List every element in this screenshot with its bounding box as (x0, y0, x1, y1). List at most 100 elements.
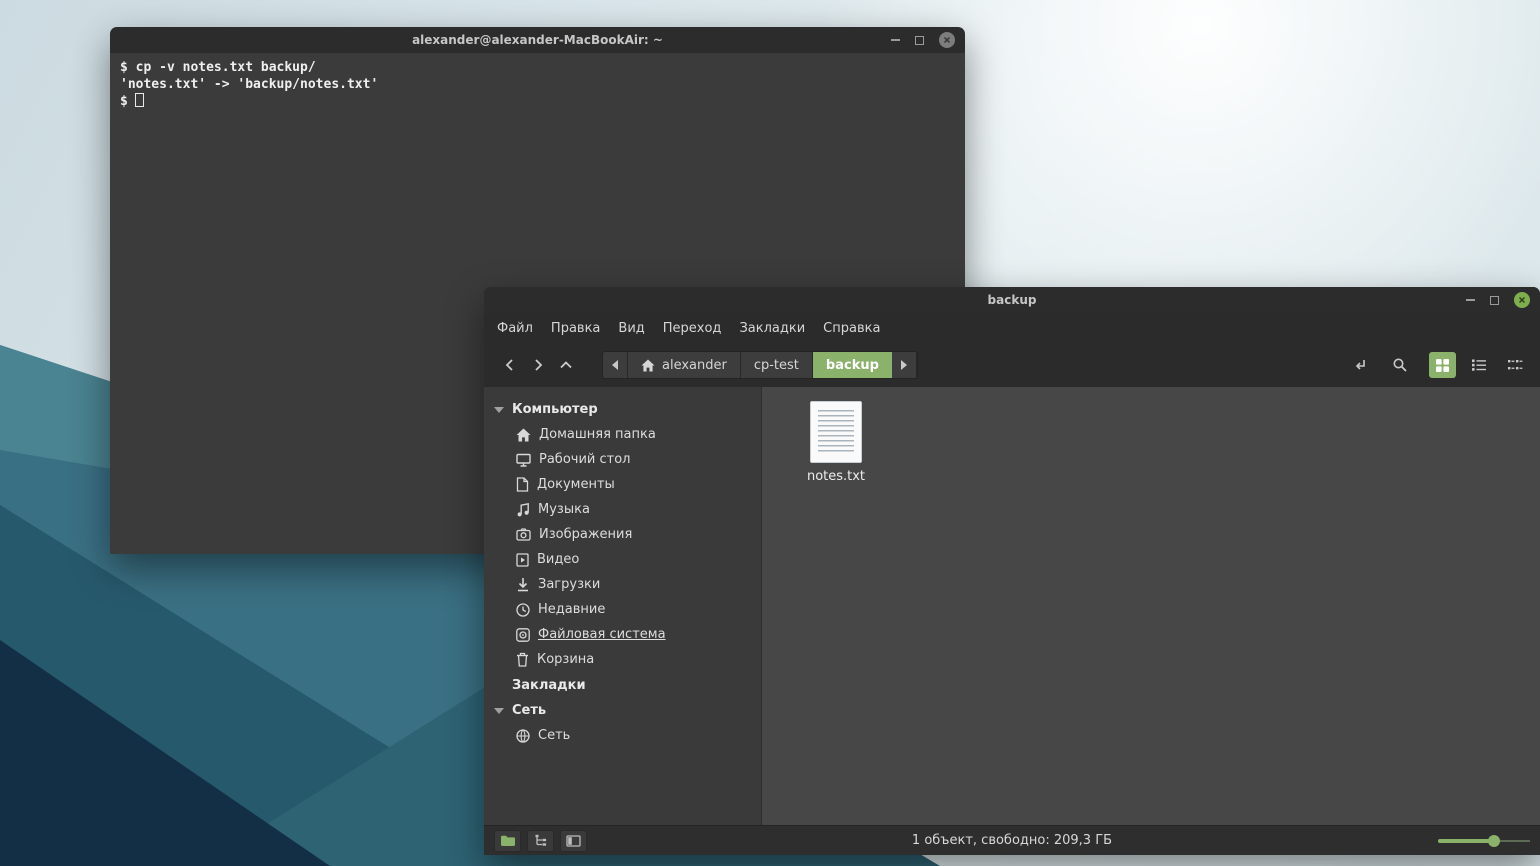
sidebar-section-computer[interactable]: Компьютер (484, 397, 761, 422)
up-button[interactable] (552, 351, 580, 379)
side-panel-icon (566, 835, 581, 847)
sidebar-item-trash[interactable]: Корзина (484, 647, 761, 672)
menu-bookmarks[interactable]: Закладки (730, 316, 814, 341)
menu-go[interactable]: Переход (654, 316, 731, 341)
sidebar-item-music[interactable]: Музыка (484, 497, 761, 522)
chevron-down-icon (494, 407, 504, 413)
sidebar-item-desktop[interactable]: Рабочий стол (484, 447, 761, 472)
file-manager-window-controls (1466, 287, 1530, 313)
video-icon (516, 553, 529, 567)
search-button[interactable] (1386, 352, 1413, 378)
terminal-window-controls (891, 27, 955, 53)
edit-location-icon (1352, 357, 1368, 373)
terminal-cursor (135, 93, 144, 107)
close-x-icon (1518, 296, 1526, 304)
status-summary: 1 объект, свободно: 209,3 ГБ (484, 833, 1540, 848)
sidebar-item-label: Изображения (539, 527, 632, 542)
toggle-places-button[interactable] (494, 830, 521, 852)
menu-file[interactable]: Файл (488, 316, 542, 341)
breadcrumb-parent-label: cp-test (754, 358, 799, 373)
minimize-icon[interactable] (891, 39, 900, 41)
sidebar-item-home[interactable]: Домашняя папка (484, 422, 761, 447)
sidebar-item-network[interactable]: Сеть (484, 723, 761, 748)
monitor-icon (516, 453, 531, 467)
sidebar-item-label: Домашняя папка (539, 427, 656, 442)
sidebar-item-label: Файловая система (538, 627, 666, 642)
back-button[interactable] (496, 351, 524, 379)
forward-button[interactable] (524, 351, 552, 379)
sidebar-item-pictures[interactable]: Изображения (484, 522, 761, 547)
chevron-left-icon (502, 357, 518, 373)
toolbar: alexander cp-test backup (484, 343, 1540, 387)
zoom-slider[interactable] (1438, 834, 1530, 848)
sidebar-item-filesystem[interactable]: Файловая система (484, 622, 761, 647)
file-manager-title: backup (988, 293, 1037, 307)
maximize-icon[interactable] (1490, 296, 1499, 305)
chevron-right-icon (530, 357, 546, 373)
file-name: notes.txt (807, 469, 865, 484)
terminal-title: alexander@alexander-MacBookAir: ~ (412, 33, 663, 47)
view-switcher (1429, 352, 1528, 378)
close-icon[interactable] (939, 32, 955, 48)
menu-edit[interactable]: Правка (542, 316, 609, 341)
sidebar-item-label: Недавние (538, 602, 605, 617)
list-view-icon (1471, 358, 1487, 372)
breadcrumb-home[interactable]: alexander (628, 352, 741, 378)
zoom-slider-knob[interactable] (1488, 835, 1500, 847)
sidebar-item-label: Рабочий стол (539, 452, 630, 467)
breadcrumb-parent[interactable]: cp-test (741, 352, 813, 378)
sidebar-item-documents[interactable]: Документы (484, 472, 761, 497)
toggle-treeview-button[interactable] (527, 830, 554, 852)
chevron-up-icon (558, 357, 574, 373)
breadcrumb-scroll-right[interactable] (892, 352, 917, 378)
sidebar-item-downloads[interactable]: Загрузки (484, 572, 761, 597)
triangle-right-icon (899, 359, 909, 371)
sidebar-item-recent[interactable]: Недавние (484, 597, 761, 622)
menu-view[interactable]: Вид (609, 316, 653, 341)
menu-help[interactable]: Справка (814, 316, 889, 341)
search-icon (1392, 357, 1408, 373)
file-list-pane[interactable]: notes.txt (762, 387, 1540, 825)
sidebar-item-label: Загрузки (538, 577, 600, 592)
terminal-line: 'notes.txt' -> 'backup/notes.txt' (120, 76, 955, 93)
sidebar: Компьютер Домашняя папка Рабочий стол (484, 387, 762, 825)
camera-icon (516, 528, 531, 541)
statusbar: 1 объект, свободно: 209,3 ГБ (484, 825, 1540, 855)
music-note-icon (516, 502, 530, 517)
file-manager-window: backup Файл Правка Вид Переход Закладки … (484, 287, 1540, 855)
close-x-icon (943, 36, 951, 44)
toolbar-right (1346, 352, 1528, 378)
sidebar-item-label: Сеть (538, 728, 570, 743)
zoom-slider-fill (1438, 839, 1490, 843)
close-icon[interactable] (1514, 292, 1530, 308)
file-manager-titlebar[interactable]: backup (484, 287, 1540, 313)
minimize-icon[interactable] (1466, 299, 1475, 301)
trash-icon (516, 652, 529, 667)
icon-view-button[interactable] (1429, 352, 1456, 378)
disk-icon (516, 628, 530, 642)
edit-location-button[interactable] (1346, 352, 1373, 378)
home-icon (641, 359, 655, 372)
grid-view-icon (1435, 358, 1450, 373)
sidebar-header-label: Сеть (512, 703, 546, 718)
home-icon (516, 428, 531, 442)
text-file-icon (810, 401, 862, 463)
sidebar-item-video[interactable]: Видео (484, 547, 761, 572)
file-item[interactable]: notes.txt (798, 401, 874, 484)
sidebar-header-label: Компьютер (512, 402, 598, 417)
breadcrumb-scroll-left[interactable] (603, 352, 628, 378)
maximize-icon[interactable] (915, 36, 924, 45)
breadcrumb-current[interactable]: backup (813, 352, 892, 378)
treeview-icon (534, 834, 548, 847)
sidebar-item-label: Корзина (537, 652, 594, 667)
breadcrumb: alexander cp-test backup (602, 351, 918, 379)
chevron-down-icon (494, 708, 504, 714)
list-view-button[interactable] (1465, 352, 1492, 378)
terminal-titlebar[interactable]: alexander@alexander-MacBookAir: ~ (110, 27, 965, 53)
terminal-prompt: $ (120, 94, 128, 109)
globe-icon (516, 729, 530, 743)
sidebar-section-network[interactable]: Сеть (484, 698, 761, 723)
sidebar-section-bookmarks[interactable]: Закладки (484, 672, 761, 698)
toggle-sidepanel-button[interactable] (560, 830, 587, 852)
compact-view-button[interactable] (1501, 352, 1528, 378)
